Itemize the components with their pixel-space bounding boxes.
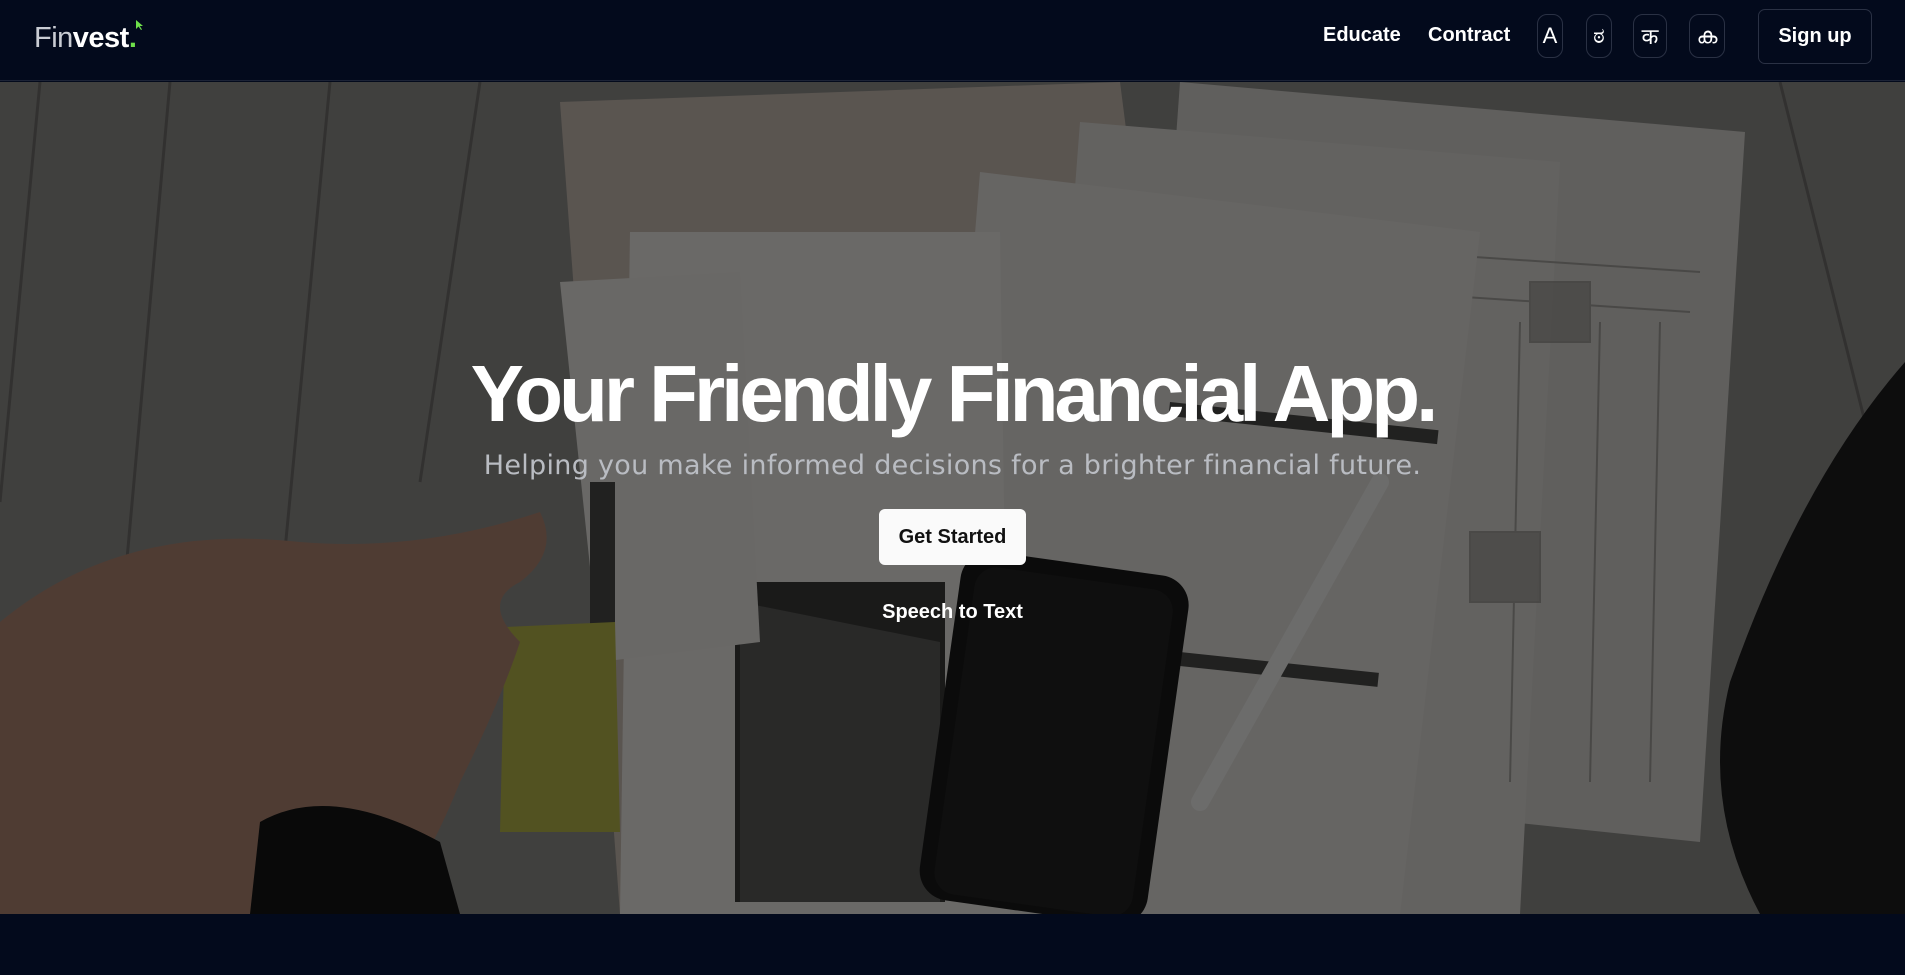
malayalam-glyph-icon: ക [1696,23,1718,48]
nav-educate-link[interactable]: Educate [1323,23,1401,47]
language-english-button[interactable]: A [1537,14,1563,58]
devanagari-ka-icon: क [1641,24,1659,49]
navbar: Fin vest. Educate Contract A ಠ क ക Sign u… [0,0,1905,81]
hero-section: Your Friendly Financial App. Helping you… [0,82,1905,914]
kannada-glyph-icon: ಠ [1593,23,1605,48]
cursor-icon [136,20,143,30]
hero-content: Your Friendly Financial App. Helping you… [0,82,1905,914]
language-kannada-button[interactable]: ಠ [1586,14,1612,58]
hero-title: Your Friendly Financial App. [470,349,1439,438]
get-started-button[interactable]: Get Started [879,509,1026,565]
language-malayalam-button[interactable]: ക [1689,14,1725,58]
speech-to-text-container: Speech to Text [0,601,1905,624]
page-bottom-strip [0,914,1905,975]
hero-subtitle: Helping you make informed decisions for … [483,450,1422,481]
logo[interactable]: Fin vest. [34,22,137,55]
language-hindi-button[interactable]: क [1633,14,1667,58]
speech-to-text-button[interactable]: Speech to Text [882,601,1023,623]
latin-a-icon: A [1542,23,1558,48]
logo-text-fin: Fin [34,22,73,54]
logo-text-vest: vest [72,22,130,54]
signup-button[interactable]: Sign up [1758,9,1872,64]
nav-contract-link[interactable]: Contract [1428,23,1510,47]
